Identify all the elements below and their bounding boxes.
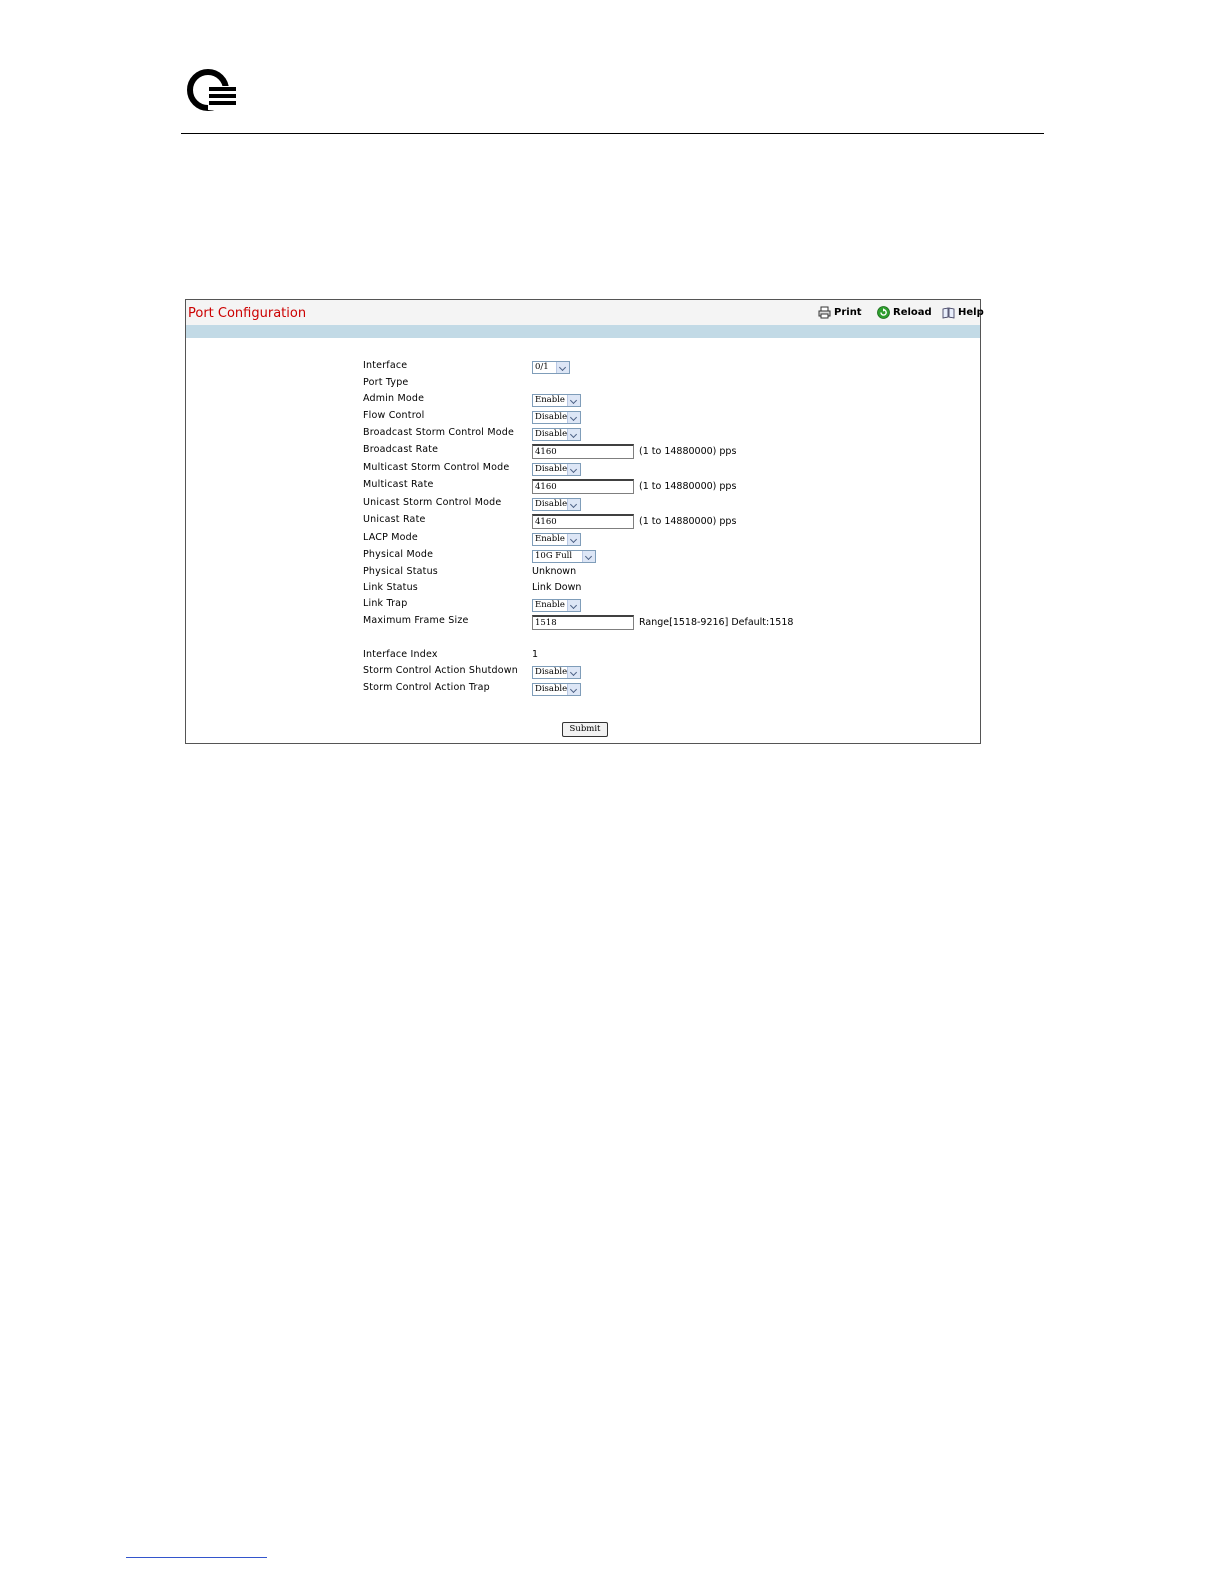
- multicast-storm-mode-label: Multicast Storm Control Mode: [363, 462, 510, 473]
- physical-mode-label: Physical Mode: [363, 549, 434, 560]
- broadcast-storm-mode-select[interactable]: Disable: [532, 428, 581, 441]
- unicast-storm-mode-label: Unicast Storm Control Mode: [363, 497, 502, 508]
- chevron-down-icon: [567, 684, 580, 695]
- print-button[interactable]: Print: [818, 306, 862, 319]
- chevron-down-icon: [567, 412, 580, 423]
- physical-status-label: Physical Status: [363, 566, 438, 577]
- storm-action-trap-label: Storm Control Action Trap: [363, 682, 490, 693]
- print-label: Print: [834, 307, 862, 318]
- link-status-value: Link Down: [532, 582, 582, 593]
- flow-control-select[interactable]: Disable: [532, 411, 581, 424]
- reload-button[interactable]: Reload: [877, 306, 932, 319]
- broadcast-rate-input[interactable]: 4160: [532, 444, 634, 459]
- link-trap-label: Link Trap: [363, 598, 408, 609]
- help-label: Help: [958, 307, 984, 318]
- max-frame-size-input[interactable]: 1518: [532, 615, 634, 630]
- max-frame-size-hint: Range[1518-9216] Default:1518: [639, 617, 794, 628]
- reload-icon: [877, 306, 890, 319]
- help-button[interactable]: Help: [942, 306, 984, 319]
- chevron-down-icon: [567, 395, 580, 406]
- help-book-icon: [942, 307, 955, 319]
- admin-mode-select-value: Enable: [535, 395, 565, 405]
- admin-mode-select[interactable]: Enable: [532, 394, 581, 407]
- flow-control-select-value: Disable: [535, 412, 568, 422]
- unicast-storm-mode-select-value: Disable: [535, 499, 568, 509]
- chevron-down-icon: [567, 499, 580, 510]
- panel-titlebar: Port Configuration Print Reload Help: [186, 300, 984, 325]
- lacp-mode-label: LACP Mode: [363, 532, 418, 543]
- link-status-label: Link Status: [363, 582, 418, 593]
- unicast-storm-mode-select[interactable]: Disable: [532, 498, 581, 511]
- chevron-down-icon: [567, 429, 580, 440]
- broadcast-storm-mode-label: Broadcast Storm Control Mode: [363, 427, 515, 438]
- reload-label: Reload: [893, 307, 932, 318]
- unicast-rate-input[interactable]: 4160: [532, 514, 634, 529]
- broadcast-rate-hint: (1 to 14880000) pps: [639, 446, 737, 457]
- interface-index-value: 1: [532, 649, 539, 660]
- interface-index-label: Interface Index: [363, 649, 438, 660]
- chevron-down-icon: [567, 464, 580, 475]
- chevron-down-icon: [567, 600, 580, 611]
- chevron-down-icon: [567, 534, 580, 545]
- company-logo: [187, 69, 238, 111]
- physical-mode-select-value: 10G Full: [535, 551, 573, 561]
- lacp-mode-select[interactable]: Enable: [532, 533, 581, 546]
- physical-mode-select[interactable]: 10G Full: [532, 550, 596, 563]
- port-type-label: Port Type: [363, 377, 409, 388]
- multicast-rate-input[interactable]: 4160: [532, 479, 634, 494]
- broadcast-rate-label: Broadcast Rate: [363, 444, 439, 455]
- broadcast-storm-mode-select-value: Disable: [535, 429, 568, 439]
- interface-select-value: 0/1: [535, 362, 549, 372]
- admin-mode-label: Admin Mode: [363, 393, 425, 404]
- interface-select[interactable]: 0/1: [532, 361, 570, 374]
- max-frame-size-label: Maximum Frame Size: [363, 615, 469, 626]
- storm-action-trap-select-value: Disable: [535, 684, 568, 694]
- lacp-mode-select-value: Enable: [535, 534, 565, 544]
- unicast-rate-label: Unicast Rate: [363, 514, 426, 525]
- printer-icon: [818, 306, 831, 319]
- port-configuration-panel: Port Configuration Print Reload Help Int…: [185, 299, 984, 744]
- storm-action-shutdown-select[interactable]: Disable: [532, 666, 581, 679]
- chevron-down-icon: [556, 362, 569, 373]
- header-divider: [181, 133, 1044, 134]
- chevron-down-icon: [567, 667, 580, 678]
- page-title: Port Configuration: [188, 306, 307, 321]
- chevron-down-icon: [582, 551, 595, 562]
- submit-button[interactable]: Submit: [562, 722, 608, 737]
- flow-control-label: Flow Control: [363, 410, 425, 421]
- link-trap-select-value: Enable: [535, 600, 565, 610]
- multicast-rate-hint: (1 to 14880000) pps: [639, 481, 737, 492]
- link-trap-select[interactable]: Enable: [532, 599, 581, 612]
- multicast-rate-label: Multicast Rate: [363, 479, 434, 490]
- physical-status-value: Unknown: [532, 566, 577, 577]
- storm-action-shutdown-label: Storm Control Action Shutdown: [363, 665, 518, 676]
- storm-action-trap-select[interactable]: Disable: [532, 683, 581, 696]
- unicast-rate-hint: (1 to 14880000) pps: [639, 516, 737, 527]
- interface-label: Interface: [363, 360, 408, 371]
- storm-action-shutdown-select-value: Disable: [535, 667, 568, 677]
- multicast-storm-mode-select-value: Disable: [535, 464, 568, 474]
- panel-header-band: [186, 325, 980, 338]
- multicast-storm-mode-select[interactable]: Disable: [532, 463, 581, 476]
- footer-link-underline: [126, 1557, 267, 1558]
